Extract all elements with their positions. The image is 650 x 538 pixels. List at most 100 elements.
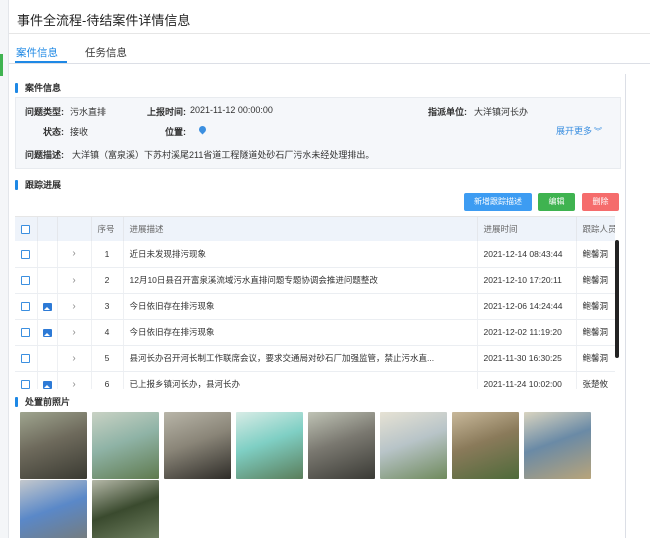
row-image-cell bbox=[37, 319, 58, 346]
row-expand-cell[interactable]: › bbox=[57, 267, 92, 294]
report-time-value: 2021-11-12 00:00:00 bbox=[190, 105, 273, 115]
photo-thumbnail-tunnel-entrance[interactable] bbox=[164, 412, 231, 479]
row-time: 2021-11-30 16:30:25 bbox=[477, 345, 577, 372]
row-no: 4 bbox=[91, 319, 124, 346]
table-header-row: 序号 进展描述 进展时间 跟踪人员 bbox=[15, 217, 615, 241]
table-scrollbar[interactable] bbox=[615, 240, 619, 358]
window-title-bar: 事件全流程-待结案件详情信息 bbox=[9, 0, 650, 34]
image-icon[interactable] bbox=[42, 380, 52, 389]
row-person: 鲍馨洞 bbox=[576, 241, 615, 268]
row-image-cell bbox=[37, 267, 58, 294]
row-expand-cell[interactable]: › bbox=[57, 345, 92, 372]
column-header-desc: 进展描述 bbox=[123, 217, 478, 241]
row-desc: 近日未发现排污现象 bbox=[123, 241, 478, 268]
row-no: 3 bbox=[91, 293, 124, 320]
section-marker bbox=[15, 396, 18, 407]
delete-button[interactable]: 删除 bbox=[582, 193, 619, 211]
double-chevron-down-icon: ︾ bbox=[594, 127, 603, 136]
location-label: 位置: bbox=[165, 127, 186, 137]
row-checkbox[interactable] bbox=[21, 302, 31, 312]
row-select-cell[interactable] bbox=[15, 293, 38, 320]
window-title: 事件全流程-待结案件详情信息 bbox=[17, 13, 191, 28]
photo-thumbnail-discharge-pipe[interactable] bbox=[20, 480, 87, 538]
row-select-cell[interactable] bbox=[15, 371, 38, 389]
row-expand-cell[interactable]: › bbox=[57, 293, 92, 320]
row-checkbox[interactable] bbox=[21, 354, 31, 364]
photo-thumbnail-tunnel-river[interactable] bbox=[308, 412, 375, 479]
photo-thumbnail-quarry-site[interactable] bbox=[380, 412, 447, 479]
photo-thumbnail-rocky-stream[interactable] bbox=[92, 412, 159, 479]
photo-thumbnail-tunnel-stream[interactable] bbox=[20, 412, 87, 479]
row-image-cell bbox=[37, 371, 58, 389]
row-person: 鲍馨洞 bbox=[576, 293, 615, 320]
chevron-right-icon[interactable]: › bbox=[72, 301, 75, 312]
problem-type-value: 污水直排 bbox=[70, 107, 107, 117]
tab-case-info[interactable]: 案件信息 bbox=[16, 45, 58, 60]
tracking-header: 跟踪进展 bbox=[15, 178, 61, 191]
row-no: 1 bbox=[91, 241, 124, 268]
table-row[interactable]: › 4 今日依旧存在排污现象 2021-12-02 11:19:20 鲍馨洞 bbox=[15, 319, 615, 346]
tracking-table: 序号 进展描述 进展时间 跟踪人员 › 1 近日未发现排污现象 2021-12-14 … bbox=[15, 217, 615, 389]
row-select-cell[interactable] bbox=[15, 267, 38, 294]
case-info-header: 案件信息 bbox=[15, 81, 61, 94]
dispatch-unit-label: 指派单位: bbox=[428, 107, 467, 117]
photo-thumbnail-valley-river[interactable] bbox=[452, 412, 519, 479]
chevron-right-icon[interactable]: › bbox=[72, 327, 75, 338]
photo-thumbnail-muddy-pond[interactable] bbox=[524, 412, 591, 479]
problem-type-label: 问题类型: bbox=[25, 107, 64, 117]
row-person: 鲍馨洞 bbox=[576, 319, 615, 346]
image-icon[interactable] bbox=[42, 302, 52, 311]
row-select-cell[interactable] bbox=[15, 345, 38, 372]
active-tab-underline bbox=[15, 61, 67, 63]
select-all-checkbox[interactable] bbox=[21, 225, 31, 235]
section-marker bbox=[15, 82, 18, 93]
description-value: 大洋镇（富泉溪）下苏村溪尾211省道工程隧道处砂石厂污水未经处理排出。 bbox=[72, 150, 375, 160]
row-checkbox[interactable] bbox=[21, 276, 31, 286]
row-checkbox[interactable] bbox=[21, 380, 31, 389]
row-no: 5 bbox=[91, 345, 124, 372]
photo-thumbnail-overgrown-bank[interactable] bbox=[92, 480, 159, 538]
sidebar-active-marker bbox=[0, 54, 3, 76]
report-time-label: 上报时间: bbox=[147, 107, 186, 117]
image-icon[interactable] bbox=[42, 328, 52, 337]
row-time: 2021-12-06 14:24:44 bbox=[477, 293, 577, 320]
row-image-cell bbox=[37, 293, 58, 320]
dispatch-unit-value: 大洋镇河长办 bbox=[474, 107, 529, 117]
row-expand-cell[interactable]: › bbox=[57, 241, 92, 268]
column-header-time: 进展时间 bbox=[477, 217, 577, 241]
description-label: 问题描述: bbox=[25, 150, 64, 160]
table-row[interactable]: › 3 今日依旧存在排污现象 2021-12-06 14:24:44 鲍馨洞 bbox=[15, 293, 615, 320]
column-header-person: 跟踪人员 bbox=[576, 217, 615, 241]
chevron-right-icon[interactable]: › bbox=[72, 379, 75, 390]
table-row[interactable]: › 2 12月10日县召开富泉溪流域污水直排问题专题协调会推进问题整改 2021-12… bbox=[15, 267, 615, 294]
row-person: 鲍馨洞 bbox=[576, 345, 615, 372]
row-time: 2021-12-10 17:20:11 bbox=[477, 267, 577, 294]
add-tracking-button[interactable]: 新增跟踪描述 bbox=[464, 193, 532, 211]
image-column-header bbox=[37, 217, 58, 241]
location-pin-icon[interactable] bbox=[197, 124, 208, 135]
tab-task-info[interactable]: 任务信息 bbox=[85, 45, 127, 60]
edit-button[interactable]: 编辑 bbox=[538, 193, 575, 211]
row-checkbox[interactable] bbox=[21, 328, 31, 338]
row-select-cell[interactable] bbox=[15, 241, 38, 268]
row-time: 2021-11-24 10:02:00 bbox=[477, 371, 577, 389]
table-row[interactable]: › 5 县河长办召开河长制工作联席会议，要求交通局对砂石厂加强监管，禁止污水直...… bbox=[15, 345, 615, 372]
row-desc: 今日依旧存在排污现象 bbox=[123, 319, 478, 346]
tab-bar: 案件信息 任务信息 bbox=[9, 34, 650, 64]
row-expand-cell[interactable]: › bbox=[57, 319, 92, 346]
chevron-right-icon[interactable]: › bbox=[72, 275, 75, 286]
row-select-cell[interactable] bbox=[15, 319, 38, 346]
column-header-no: 序号 bbox=[91, 217, 124, 241]
select-all-cell[interactable] bbox=[15, 217, 38, 241]
table-row[interactable]: › 1 近日未发现排污现象 2021-12-14 08:43:44 鲍馨洞 bbox=[15, 241, 615, 268]
row-checkbox[interactable] bbox=[21, 249, 31, 259]
table-row[interactable]: › 6 已上报乡镇河长办，县河长办 2021-11-24 10:02:00 张楚攸 bbox=[15, 371, 615, 389]
photo-thumbnail-turquoise-water[interactable] bbox=[236, 412, 303, 479]
chevron-right-icon[interactable]: › bbox=[72, 248, 75, 259]
row-person: 张楚攸 bbox=[576, 371, 615, 389]
section-marker bbox=[15, 179, 18, 190]
expand-more-link[interactable]: 展开更多 ︾ bbox=[556, 124, 602, 137]
row-expand-cell[interactable]: › bbox=[57, 371, 92, 390]
row-desc: 县河长办召开河长制工作联席会议，要求交通局对砂石厂加强监管，禁止污水直... bbox=[123, 345, 478, 372]
chevron-right-icon[interactable]: › bbox=[72, 353, 75, 364]
